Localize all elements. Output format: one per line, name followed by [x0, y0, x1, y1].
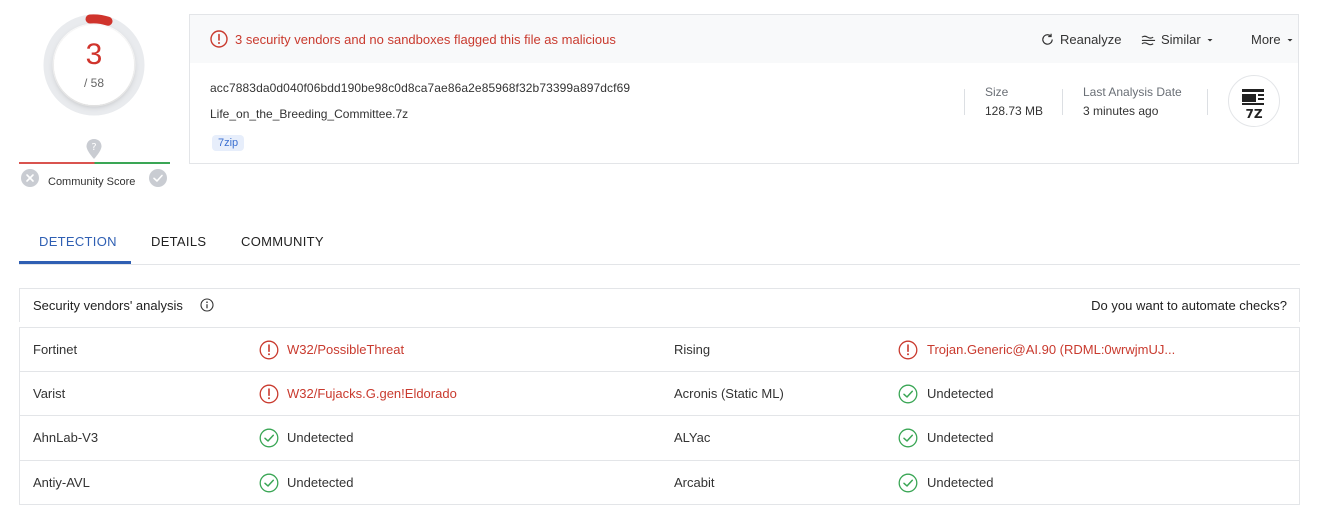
- vendor-name: Arcabit: [674, 461, 714, 505]
- analysis-header: Security vendors' analysis Do you want t…: [19, 288, 1300, 322]
- file-hash[interactable]: acc7883da0d040f06bdd190be98c0d8ca7ae86a2…: [210, 81, 630, 95]
- file-summary-card: 3 security vendors and no sandboxes flag…: [189, 14, 1299, 164]
- svg-text:?: ?: [91, 142, 96, 153]
- chevron-down-icon: [1206, 36, 1214, 44]
- vendor-name: Varist: [33, 372, 65, 416]
- table-row: Antiy-AVL Undetected Arcabit Undetected: [19, 461, 1300, 505]
- community-score-bar: [19, 162, 170, 164]
- last-analysis-value: 3 minutes ago: [1083, 104, 1158, 118]
- chevron-down-icon: [1286, 36, 1294, 44]
- reanalyze-label: Reanalyze: [1060, 32, 1121, 47]
- close-icon: [21, 169, 39, 187]
- file-name: Life_on_the_Breeding_Committee.7z: [210, 107, 408, 121]
- check-icon: [149, 169, 167, 187]
- info-icon[interactable]: [200, 298, 214, 312]
- vendor-name: Rising: [674, 328, 710, 372]
- table-row: Varist W32/Fujacks.G.gen!Eldorado Acronis …: [19, 372, 1300, 417]
- last-analysis-label: Last Analysis Date: [1083, 85, 1182, 99]
- size-value: 128.73 MB: [985, 104, 1043, 118]
- vendor-name: Acronis (Static ML): [674, 372, 784, 416]
- detection-result: Trojan.Generic@AI.90 (RDML:0wrwjmUJ...: [927, 328, 1175, 372]
- file-type-badge: 7Z: [1228, 75, 1280, 127]
- automate-checks-link[interactable]: Do you want to automate checks?: [1091, 298, 1287, 313]
- check-circle-icon: [898, 428, 918, 448]
- alert-icon: [210, 30, 228, 48]
- alert-icon: [259, 340, 279, 360]
- similar-label: Similar: [1161, 32, 1201, 47]
- detection-result: Undetected: [927, 416, 994, 460]
- vendor-name: Fortinet: [33, 328, 77, 372]
- file-type-tag[interactable]: 7zip: [212, 135, 244, 151]
- table-row: AhnLab-V3 Undetected ALYac Undetected: [19, 416, 1300, 461]
- similar-dropdown[interactable]: Similar: [1141, 32, 1214, 47]
- engine-total: / 58: [41, 76, 147, 90]
- vendor-name: AhnLab-V3: [33, 416, 98, 460]
- alert-icon: [259, 384, 279, 404]
- detection-result: Undetected: [287, 461, 354, 505]
- meta-divider: [964, 89, 965, 115]
- file-type-text: 7Z: [1245, 107, 1262, 121]
- detection-result: Undetected: [927, 461, 994, 505]
- meta-divider: [1207, 89, 1208, 115]
- vendor-name: Antiy-AVL: [33, 461, 90, 505]
- similar-icon: [1141, 34, 1156, 46]
- check-circle-icon: [259, 428, 279, 448]
- community-question-icon: ?: [85, 138, 103, 160]
- detection-count: 3: [41, 40, 147, 70]
- alert-icon: [898, 340, 918, 360]
- check-circle-icon: [259, 473, 279, 493]
- vendor-name: ALYac: [674, 416, 710, 460]
- detection-result: Undetected: [287, 416, 354, 460]
- check-circle-icon: [898, 473, 918, 493]
- more-dropdown[interactable]: More: [1251, 32, 1294, 47]
- detection-result: W32/Fujacks.G.gen!Eldorado: [287, 372, 457, 416]
- community-score-label: Community Score: [48, 176, 135, 188]
- detection-result: Undetected: [927, 372, 994, 416]
- size-label: Size: [985, 85, 1008, 99]
- downvote-button[interactable]: [21, 169, 39, 187]
- tab-community[interactable]: COMMUNITY: [241, 234, 324, 249]
- check-circle-icon: [898, 384, 918, 404]
- tabs-divider: [19, 264, 1300, 265]
- detection-result: W32/PossibleThreat: [287, 328, 404, 372]
- upvote-button[interactable]: [149, 169, 167, 187]
- archive-icon: 7Z: [1229, 76, 1281, 128]
- refresh-icon: [1040, 32, 1055, 47]
- alert-bar: 3 security vendors and no sandboxes flag…: [190, 15, 1298, 63]
- tab-detection[interactable]: DETECTION: [39, 234, 117, 249]
- reanalyze-button[interactable]: Reanalyze: [1040, 32, 1121, 47]
- alert-message: 3 security vendors and no sandboxes flag…: [235, 32, 616, 47]
- meta-divider: [1062, 89, 1063, 115]
- table-row: Fortinet W32/PossibleThreat Rising Trojan.G…: [19, 327, 1300, 372]
- more-label: More: [1251, 32, 1281, 47]
- vendor-results-table: Fortinet W32/PossibleThreat Rising Trojan.G…: [19, 327, 1300, 505]
- tab-details[interactable]: DETAILS: [151, 234, 206, 249]
- analysis-title: Security vendors' analysis: [33, 298, 183, 313]
